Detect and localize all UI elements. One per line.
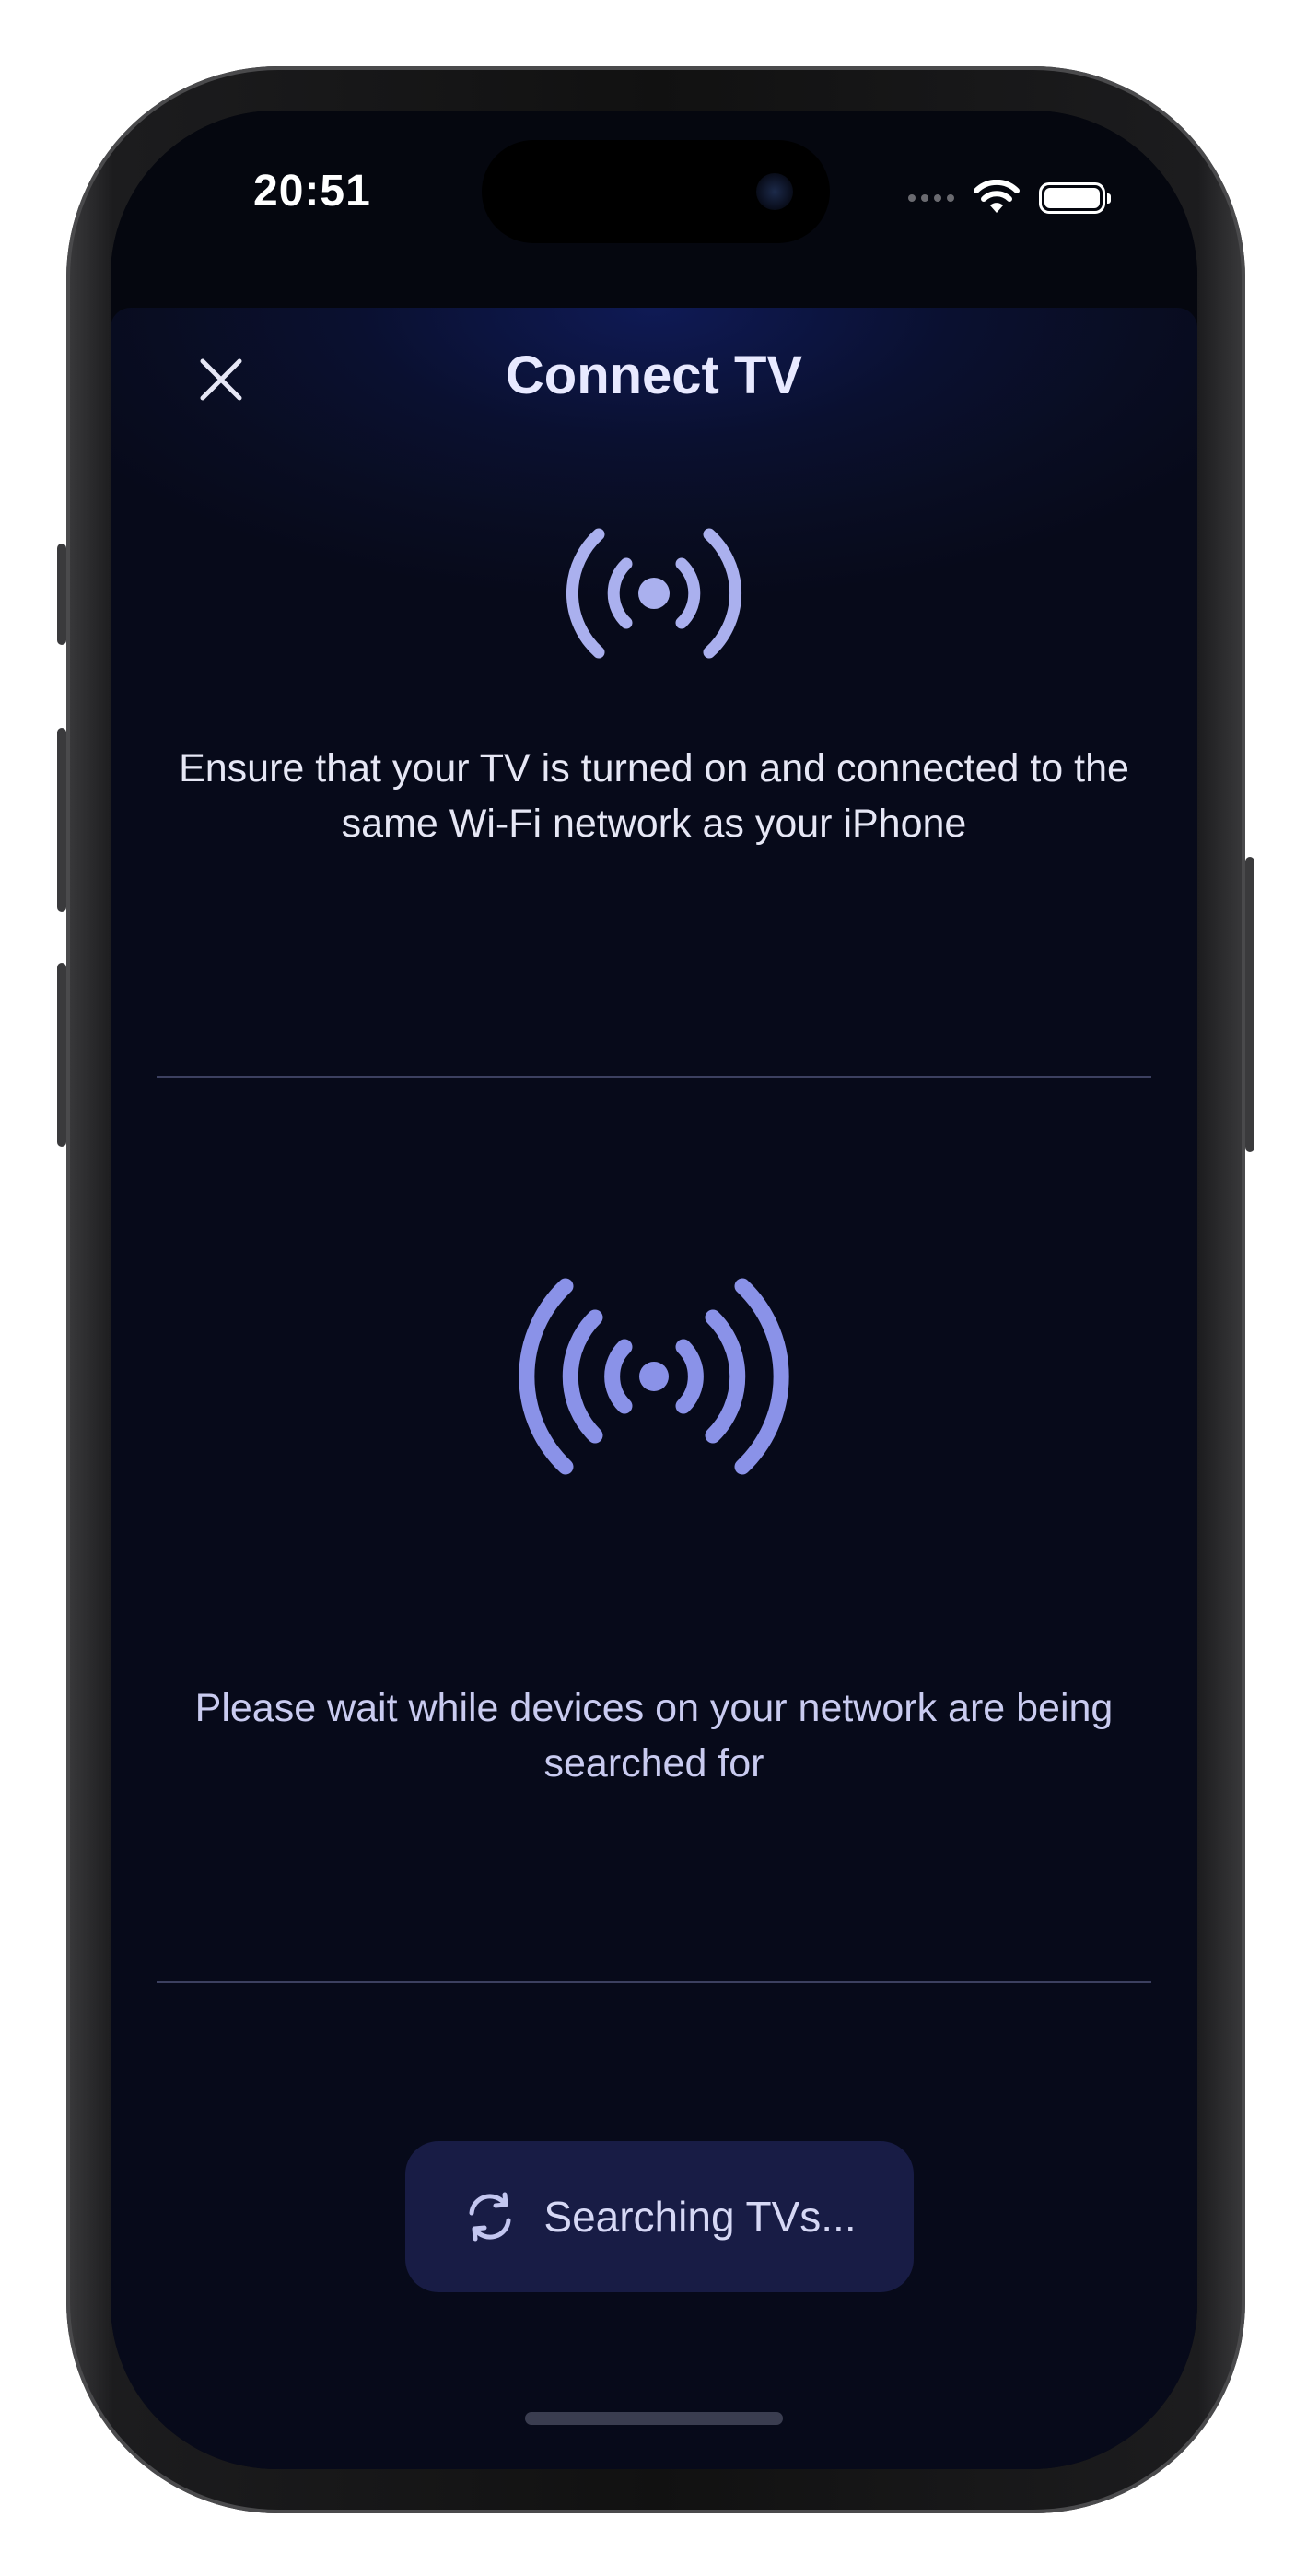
searching-tvs-button[interactable]: Searching TVs...: [405, 2141, 914, 2292]
wifi-icon: [974, 180, 1020, 213]
searching-tvs-label: Searching TVs...: [543, 2193, 857, 2241]
cellular-dots-icon: [908, 194, 954, 202]
volume-up-button: [57, 728, 66, 912]
refresh-icon: [469, 2192, 511, 2242]
volume-down-button: [57, 963, 66, 1147]
action-button: [57, 544, 66, 645]
broadcast-icon: [566, 528, 741, 659]
broadcast-large-icon: [519, 1278, 789, 1475]
divider-bottom: [157, 1981, 1151, 1983]
status-bar: 20:51: [111, 111, 1197, 304]
side-button: [1245, 857, 1254, 1152]
searching-status-text: Please wait while devices on your networ…: [194, 1686, 1114, 1786]
connect-tv-sheet: Connect TV Ensure that your TV is turned…: [111, 308, 1197, 2469]
battery-icon: [1039, 182, 1111, 214]
home-indicator[interactable]: [525, 2412, 783, 2425]
camera-icon: [756, 173, 793, 210]
page-title: Connect TV: [505, 345, 803, 405]
dynamic-island: [482, 140, 830, 243]
instruction-text: Ensure that your TV is turned on and con…: [179, 746, 1129, 846]
divider-top: [157, 1076, 1151, 1078]
status-indicators: [908, 175, 1111, 221]
status-time: 20:51: [253, 167, 371, 216]
screen: 20:51 Connect TV Ensure that your TV is …: [111, 111, 1197, 2469]
